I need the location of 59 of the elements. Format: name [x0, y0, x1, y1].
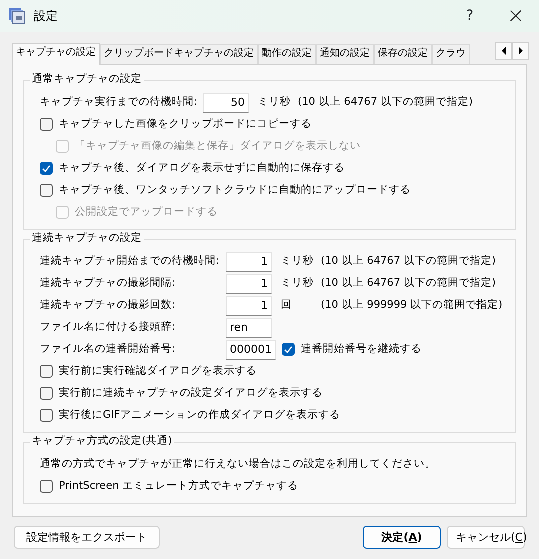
tab[interactable]: クラウ: [432, 44, 470, 64]
input-field[interactable]: 1: [226, 296, 272, 316]
help-button[interactable]: ?: [447, 0, 493, 32]
close-icon: [510, 10, 522, 22]
cancel-button[interactable]: キャンセル(C): [447, 526, 525, 549]
tab[interactable]: 動作の設定: [258, 44, 316, 64]
checkbox-label: キャプチャ後、ワンタッチソフトクラウドに自動的にアップロードする: [59, 184, 411, 197]
tab[interactable]: 保存の設定: [374, 44, 432, 64]
tab[interactable]: 通知の設定: [316, 44, 374, 64]
checkbox-label: キャプチャ後、ダイアログを表示せずに自動的に保存する: [59, 162, 345, 175]
checkbox-label: 実行前に実行確認ダイアログを表示する: [59, 365, 257, 378]
input-field[interactable]: 000001: [226, 340, 276, 360]
field-label: 連続キャプチャの撮影間隔:: [40, 277, 177, 290]
input-field[interactable]: ren: [226, 318, 272, 338]
group-title: キャプチャ方式の設定(共通): [30, 435, 174, 448]
range-hint: (10 以上 64767 以下の範囲で指定): [321, 277, 496, 290]
app-icon: [8, 7, 26, 25]
checkbox[interactable]: [40, 480, 53, 493]
group-title: 通常キャプチャの設定: [30, 73, 144, 86]
right-arrow-icon: [518, 47, 524, 55]
input-field[interactable]: 1: [226, 252, 272, 272]
checkbox[interactable]: [40, 184, 53, 197]
input-field[interactable]: 1: [226, 274, 272, 294]
range-hint: (10 以上 64767 以下の範囲で指定): [321, 255, 496, 268]
checkbox[interactable]: [40, 162, 53, 175]
tab[interactable]: キャプチャの設定: [12, 43, 100, 65]
unit-label: ミリ秒: [281, 277, 315, 290]
checkbox-label: 連番開始番号を継続する: [301, 343, 422, 356]
checkbox-label: PrintScreen エミュレート方式でキャプチャする: [59, 480, 299, 493]
ok-button[interactable]: 決定(A): [363, 526, 441, 549]
field-label: 連続キャプチャの撮影回数:: [40, 299, 177, 312]
field-label: 連続キャプチャ開始までの待機時間:: [40, 255, 221, 268]
checkbox-label: 実行前に連続キャプチャの設定ダイアログを表示する: [59, 387, 323, 400]
range-hint: (10 以上 64767 以下の範囲で指定): [298, 96, 473, 109]
checkbox[interactable]: [40, 365, 53, 378]
checkbox[interactable]: [282, 343, 295, 356]
group-title: 連続キャプチャの設定: [30, 232, 144, 245]
field-label: キャプチャ実行までの待機時間:: [40, 96, 199, 109]
scroll-right-button[interactable]: [512, 42, 529, 60]
checkbox-label: 「キャプチャ画像の編集と保存」ダイアログを表示しない: [75, 140, 361, 153]
range-hint: (10 以上 999999 以下の範囲で指定): [321, 299, 503, 312]
tab[interactable]: クリップボードキャプチャの設定: [100, 44, 258, 64]
unit-label: ミリ秒: [281, 255, 315, 268]
checkbox-label: キャプチャした画像をクリップボードにコピーする: [59, 118, 312, 131]
field-label: ファイル名の連番開始番号:: [40, 343, 177, 356]
unit-label: 回: [281, 299, 293, 312]
export-button[interactable]: 設定情報をエクスポート: [14, 526, 160, 549]
checkbox-label: 公開設定でアップロードする: [75, 206, 218, 219]
checkbox[interactable]: [40, 409, 53, 422]
checkbox[interactable]: [40, 118, 53, 131]
window-title: 設定: [34, 8, 58, 24]
input-field[interactable]: 50: [203, 92, 249, 112]
field-label: ファイル名に付ける接頭辞:: [40, 321, 177, 334]
scroll-left-button[interactable]: [495, 42, 512, 60]
left-arrow-icon: [500, 47, 506, 55]
checkbox[interactable]: [40, 387, 53, 400]
checkbox-label: 実行後にGIFアニメーションの作成ダイアログを表示する: [59, 409, 340, 422]
unit-label: ミリ秒: [258, 96, 292, 109]
note-text: 通常の方式でキャプチャが正常に行えない場合はこの設定を利用してください。: [40, 458, 436, 471]
